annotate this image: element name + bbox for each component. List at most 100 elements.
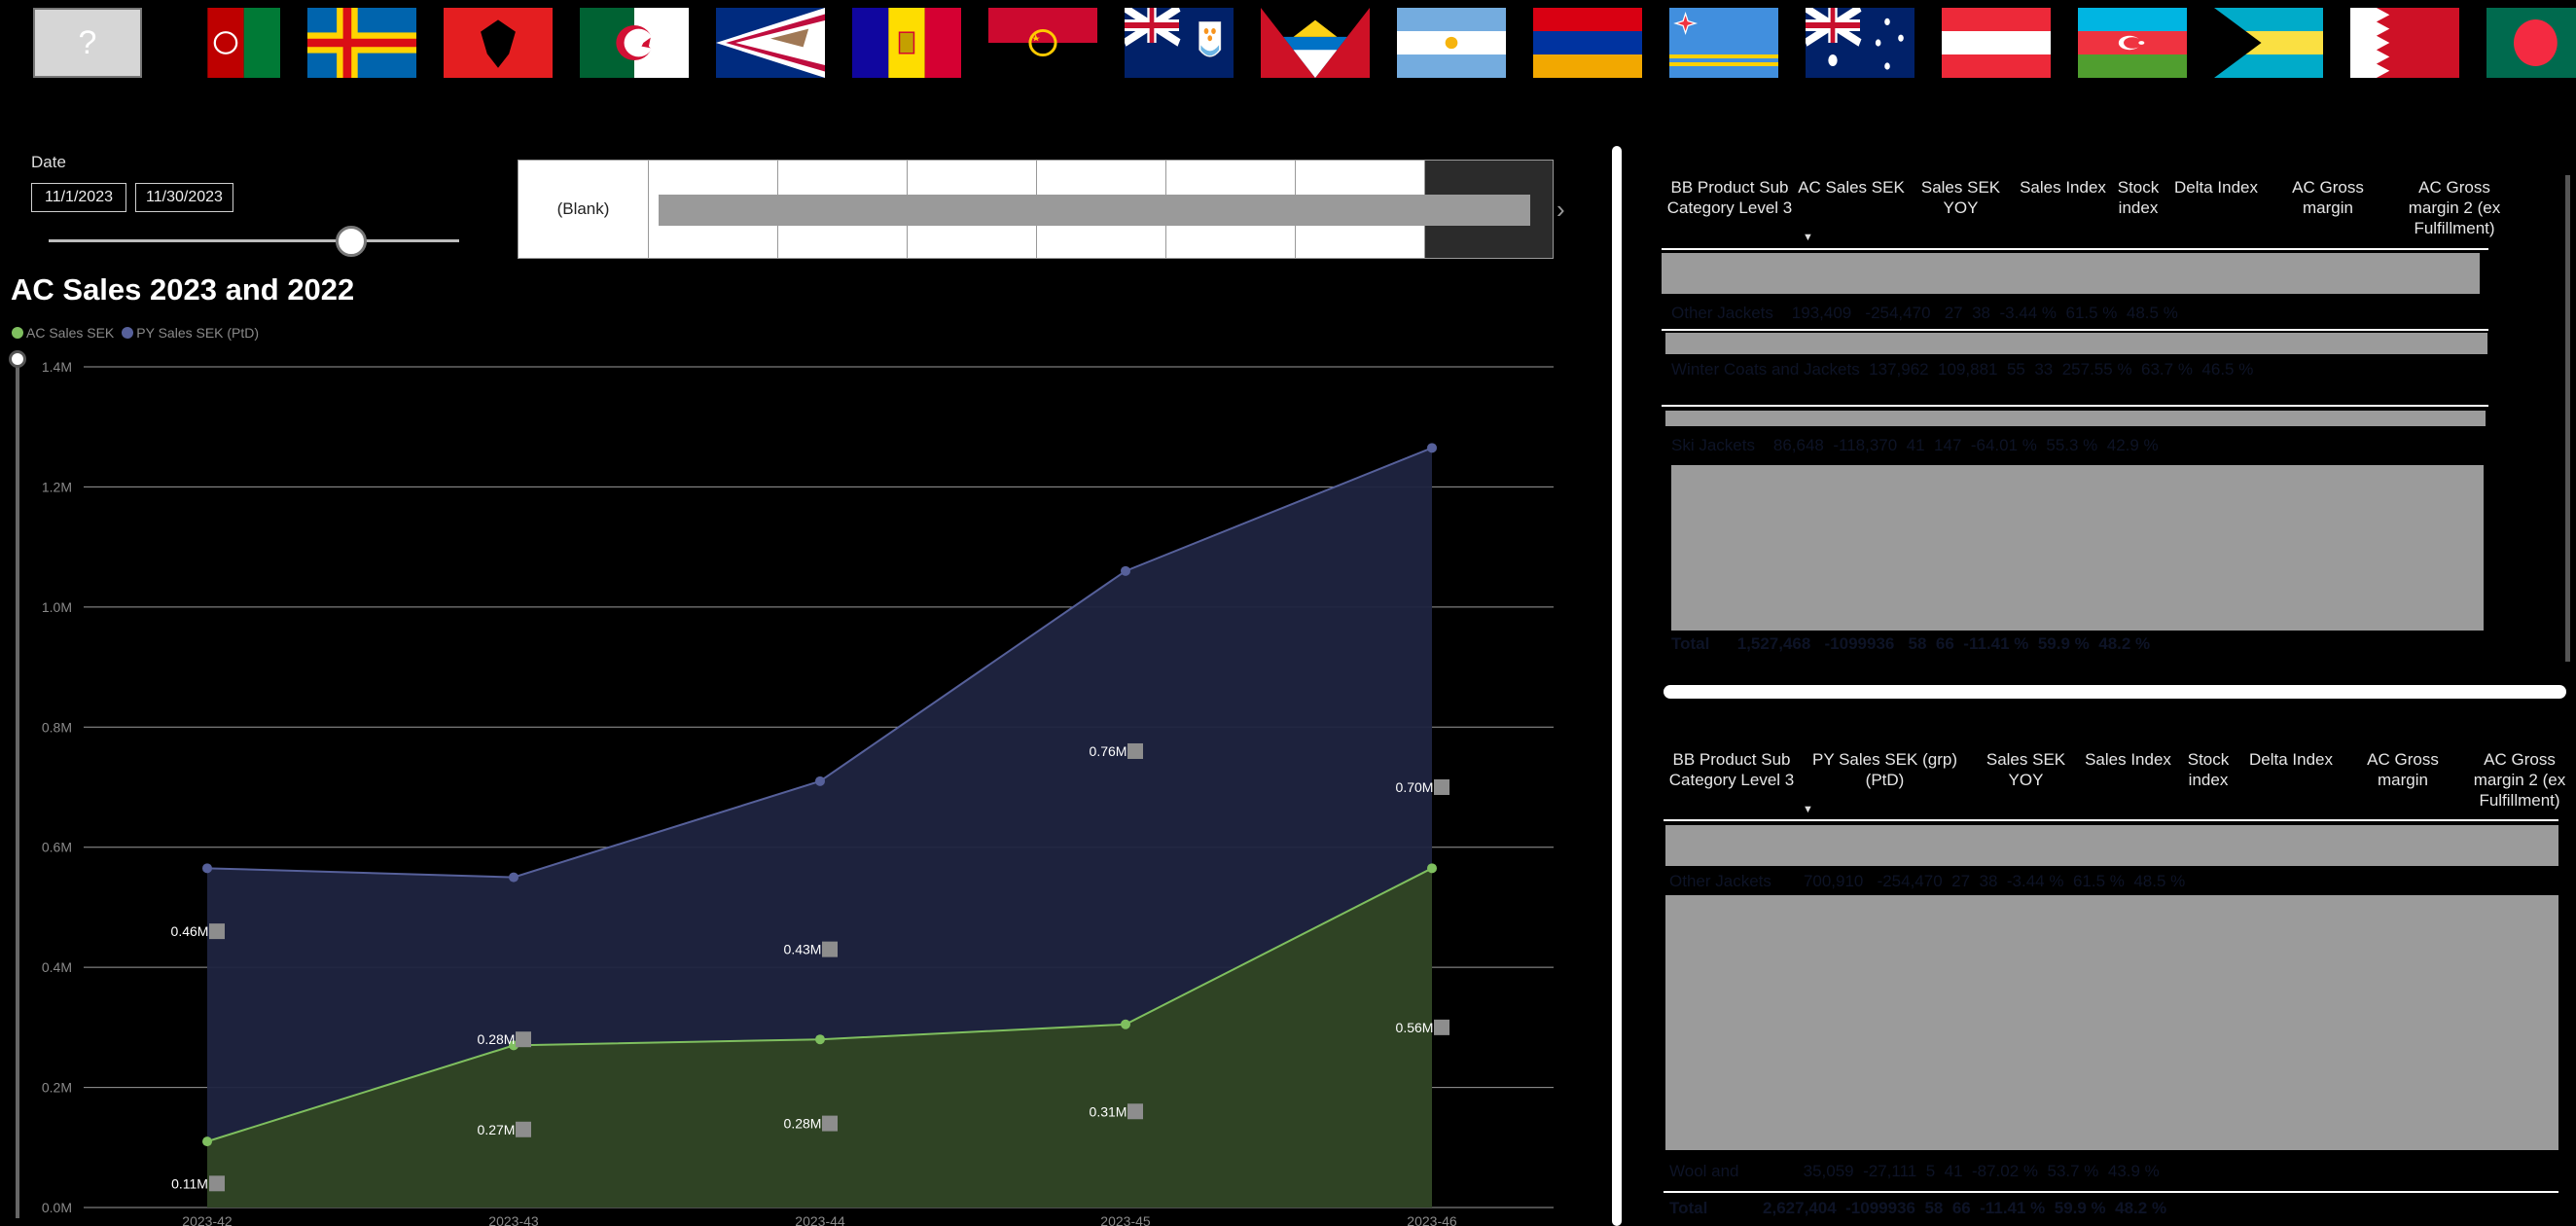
date-range-slider-track[interactable] (49, 239, 459, 242)
column-header[interactable]: Delta Index (2167, 177, 2265, 198)
py-data-label-marker (1434, 779, 1449, 795)
py-sales-point (1427, 443, 1437, 453)
flag-angola[interactable] (988, 8, 1097, 78)
flag-armenia[interactable] (1533, 8, 1642, 78)
row-divider (1664, 1191, 2558, 1193)
y-tick-label: 0.8M (42, 719, 72, 735)
column-header[interactable]: Sales Index (2017, 177, 2109, 198)
sort-desc-icon[interactable]: ▼ (1803, 804, 1813, 815)
py-data-label-marker (516, 1031, 531, 1048)
table-row[interactable]: Wool and 35,059 -27,111 5 41 -87.02 % 53… (1669, 1162, 2160, 1181)
date-filter-label: Date (31, 153, 66, 171)
x-tick-label: 2023-45 (1100, 1213, 1151, 1226)
table-total-row: Total 2,627,404 -1099936 58 66 -11.41 % … (1669, 1199, 2166, 1218)
column-header[interactable]: Delta Index (2242, 749, 2340, 770)
column-header[interactable]: Sales SEK YOY (1970, 749, 2082, 790)
flag-australia[interactable] (1806, 8, 1914, 78)
cell: 257.55 % (2061, 360, 2132, 379)
sales-table-bottom: BB Product Sub Category Level 3 PY Sales… (1664, 738, 2576, 1226)
row-divider (1664, 819, 2558, 821)
py-sales-point (815, 775, 825, 786)
column-header[interactable]: BB Product Sub Category Level 3 (1662, 177, 1798, 218)
column-header[interactable]: AC Gross margin 2 (ex Fulfillment) (2391, 177, 2518, 238)
cell: Ski Jackets (1671, 436, 1755, 454)
cell: -3.44 % (1999, 304, 2057, 322)
flag-argentina[interactable] (1397, 8, 1506, 78)
flag-austria[interactable] (1942, 8, 2051, 78)
table-row[interactable]: Other Jackets 700,910 -254,470 27 38 -3.… (1669, 872, 2185, 891)
flag-algeria[interactable] (580, 8, 689, 78)
vertical-divider (1612, 146, 1622, 1226)
tile-blank[interactable]: (Blank) (518, 160, 649, 259)
date-start-input[interactable]: 11/1/2023 (31, 183, 126, 212)
column-header[interactable]: Stock index (2174, 749, 2242, 790)
y-tick-label: 0.4M (42, 959, 72, 975)
py-data-label: 0.43M (784, 942, 822, 957)
column-header[interactable]: AC Gross margin 2 (ex Fulfillment) (2466, 749, 2573, 811)
legend-item-py-sales[interactable]: PY Sales SEK (PtD) (122, 325, 259, 341)
column-header[interactable]: AC Sales SEK (1798, 177, 1905, 198)
y-tick-label: 1.4M (42, 359, 72, 375)
y-tick-label: 0.6M (42, 840, 72, 855)
country-flag-slicer: ? (0, 0, 2576, 86)
py-sales-point (1121, 565, 1130, 576)
column-header[interactable]: PY Sales SEK (grp) (PtD) (1800, 749, 1970, 790)
cell: 53.7 % (2047, 1162, 2099, 1180)
cell: 43.9 % (2107, 1162, 2160, 1180)
flag-unknown[interactable]: ? (33, 8, 142, 78)
column-header[interactable]: Sales SEK YOY (1905, 177, 2017, 218)
sales-table-top: BB Product Sub Category Level 3 AC Sales… (1662, 165, 2576, 662)
cell: -11.41 % (1963, 634, 2029, 653)
ac-data-label-marker (822, 1115, 838, 1132)
column-header[interactable]: Sales Index (2082, 749, 2174, 770)
y-tick-label: 1.0M (42, 599, 72, 615)
date-range-slider-handle[interactable] (336, 226, 367, 257)
column-header[interactable]: BB Product Sub Category Level 3 (1664, 749, 1800, 790)
table-row[interactable]: Ski Jackets 86,648 -118,370 41 147 -64.0… (1671, 436, 2159, 455)
cell: Total (1669, 1199, 1708, 1217)
cell: 55 (2006, 360, 2025, 379)
area-chart: 0.0M 0.2M 0.4M 0.6M 0.8M 1.0M 1.2M 1.4M 0.46M 0.2… (42, 359, 1554, 1226)
cell: Other Jackets (1671, 304, 1773, 322)
redacted-block (1665, 895, 2558, 1150)
flag-bahrain[interactable] (2350, 8, 2459, 78)
column-header[interactable]: AC Gross margin (2265, 177, 2391, 218)
redacted-block (1671, 465, 2484, 631)
table-top-scrollbar[interactable] (2565, 175, 2570, 662)
flag-albania[interactable] (444, 8, 553, 78)
flag-antigua[interactable] (1261, 8, 1370, 78)
flag-afghanistan[interactable] (171, 8, 280, 78)
column-header[interactable]: Stock index (2109, 177, 2167, 218)
x-tick-label: 2023-43 (488, 1213, 539, 1226)
flag-bahamas[interactable] (2214, 8, 2323, 78)
cell: -1099936 (1845, 1199, 1915, 1217)
horizontal-scrollbar[interactable] (1664, 685, 2566, 699)
cell: 1,527,468 (1736, 634, 1811, 653)
x-tick-label: 2023-46 (1407, 1213, 1457, 1226)
cell: 58 (1924, 1199, 1944, 1217)
flag-aruba[interactable] (1669, 8, 1778, 78)
flag-andorra[interactable] (852, 8, 961, 78)
table-row[interactable]: Other Jackets 193,409 -254,470 27 38 -3.… (1671, 304, 2178, 323)
column-header[interactable]: AC Gross margin (2340, 749, 2466, 790)
ac-data-label: 0.11M (171, 1175, 208, 1191)
table-total-row: Total 1,527,468 -1099936 58 66 -11.41 % … (1671, 634, 2150, 654)
redacted-block (1665, 333, 2487, 354)
cell: 700,910 (1803, 872, 1864, 890)
cell: 48.5 % (2133, 872, 2186, 890)
date-end-input[interactable]: 11/30/2023 (135, 183, 233, 212)
cell: 33 (2034, 360, 2054, 379)
cell: 48.2 % (2115, 1199, 2167, 1217)
chevron-right-icon[interactable]: › (1556, 195, 1565, 225)
sort-desc-icon[interactable]: ▼ (1803, 232, 1813, 243)
cell: Winter Coats and Jackets (1671, 360, 1860, 379)
flag-azerbaijan[interactable] (2078, 8, 2187, 78)
ac-data-label: 0.28M (784, 1116, 822, 1132)
flag-bangladesh[interactable] (2487, 8, 2576, 78)
table-row[interactable]: Winter Coats and Jackets 137,962 109,881… (1671, 360, 2253, 379)
legend-item-ac-sales[interactable]: AC Sales SEK (12, 325, 114, 341)
flag-american-samoa[interactable] (716, 8, 825, 78)
cell: 46.5 % (2201, 360, 2254, 379)
flag-anguilla[interactable] (1125, 8, 1234, 78)
flag-aland[interactable] (307, 8, 416, 78)
